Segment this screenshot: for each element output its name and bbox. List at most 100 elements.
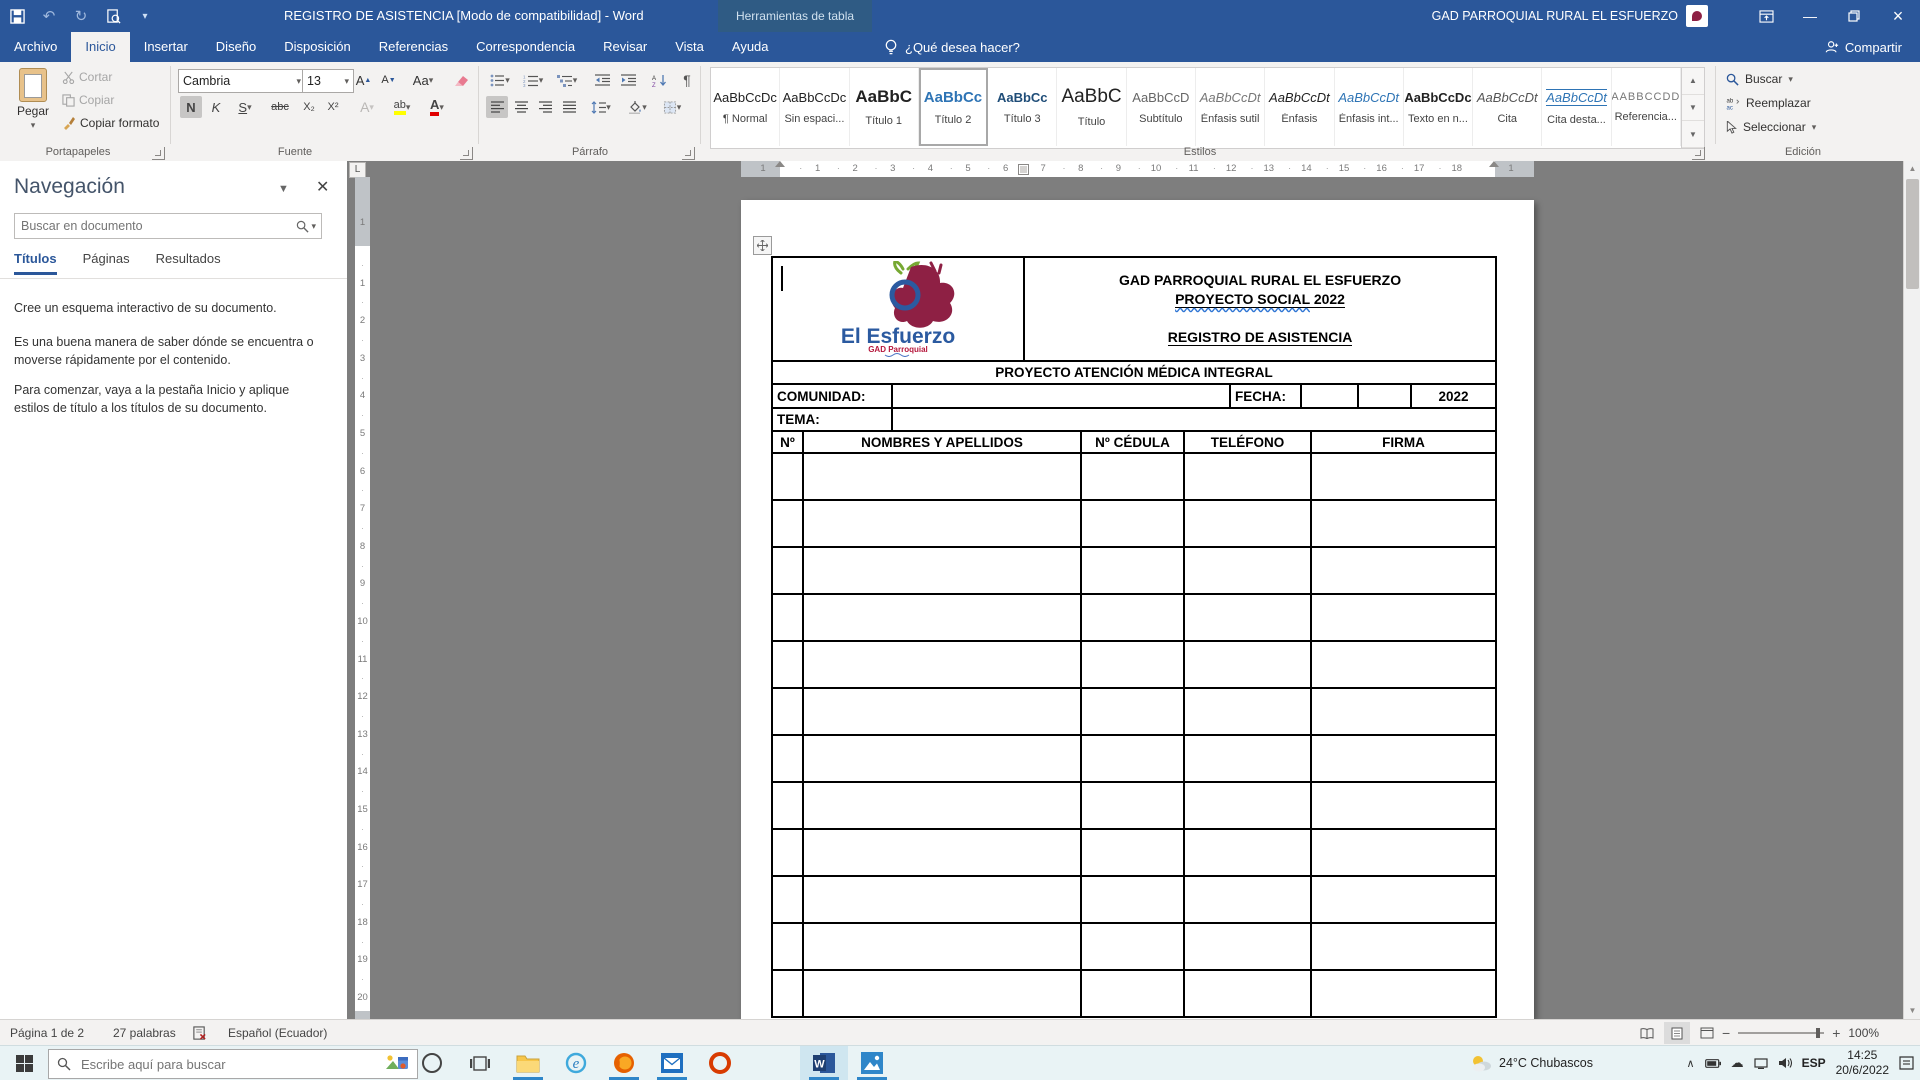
battery-icon[interactable] (1705, 1059, 1721, 1068)
restore-button[interactable] (1832, 0, 1876, 32)
style-cita[interactable]: AaBbCcDtCita (1473, 68, 1542, 146)
style--normal[interactable]: AaBbCcDc¶ Normal (711, 68, 780, 146)
font-size-combo[interactable]: 13▾ (302, 69, 354, 93)
taskbar-app-word[interactable]: W (800, 1046, 848, 1080)
table-cell[interactable] (803, 688, 1081, 735)
redo-icon[interactable]: ↻ (72, 7, 90, 25)
scroll-down-icon[interactable]: ▼ (1904, 1003, 1920, 1019)
taskbar-app-office[interactable] (696, 1046, 744, 1080)
tema-label-cell[interactable]: TEMA: (772, 408, 892, 431)
zoom-level[interactable]: 100% (1848, 1026, 1879, 1040)
style-t-tulo-1[interactable]: AaBbCTítulo 1 (850, 68, 919, 146)
align-left-button[interactable] (486, 96, 508, 118)
styles-dialog-launcher[interactable] (1692, 147, 1705, 160)
tab-insertar[interactable]: Insertar (130, 32, 202, 62)
zoom-slider-thumb[interactable] (1816, 1028, 1820, 1038)
subscript-button[interactable]: X₂ (298, 96, 320, 118)
superscript-button[interactable]: X² (322, 96, 344, 118)
table-cell[interactable] (1184, 688, 1311, 735)
tab-inicio[interactable]: Inicio (71, 32, 129, 62)
document-scrollbar[interactable]: ▲ ▼ (1903, 161, 1920, 1019)
align-right-button[interactable] (534, 96, 556, 118)
taskbar-app-photos[interactable] (848, 1046, 896, 1080)
onedrive-cloud-icon[interactable]: ☁ (1731, 1055, 1744, 1071)
replace-button[interactable]: abac Reemplazar (1726, 96, 1811, 110)
styles-gallery-scroll[interactable]: ▲ ▼ ▼ (1682, 67, 1705, 149)
tell-me-box[interactable]: ¿Qué desea hacer? (884, 32, 1020, 62)
tab-ayuda[interactable]: Ayuda (718, 32, 783, 62)
account-avatar[interactable] (1686, 5, 1708, 27)
zoom-in-button[interactable]: + (1832, 1025, 1840, 1041)
table-cell[interactable] (1081, 688, 1184, 735)
table-cell[interactable] (1184, 500, 1311, 547)
clear-formatting-button[interactable] (448, 69, 474, 91)
table-cell[interactable] (772, 594, 803, 641)
print-layout-icon[interactable] (1664, 1022, 1690, 1044)
table-cell[interactable] (803, 923, 1081, 970)
comunidad-label-cell[interactable]: COMUNIDAD: (772, 384, 892, 408)
line-spacing-button[interactable]: ▾ (586, 96, 616, 118)
table-cell[interactable] (772, 970, 803, 1017)
tab-referencias[interactable]: Referencias (365, 32, 462, 62)
table-cell[interactable] (1081, 782, 1184, 829)
style-referencia-[interactable]: AABBCCDDReferencia... (1612, 68, 1681, 146)
close-button[interactable]: × (1876, 0, 1920, 32)
table-cell[interactable] (1081, 500, 1184, 547)
decrease-indent-button[interactable] (590, 69, 614, 91)
attendance-table[interactable]: El Esfuerzo GAD Parroquial GAD PARROQUIA… (771, 256, 1497, 1018)
style-subt-tulo[interactable]: AaBbCcDSubtítulo (1127, 68, 1196, 146)
clock[interactable]: 14:25 20/6/2022 (1836, 1048, 1889, 1078)
table-cell[interactable] (803, 735, 1081, 782)
style-t-tulo[interactable]: AaBbCTítulo (1057, 68, 1126, 146)
left-indent-marker[interactable] (775, 161, 785, 167)
table-cell[interactable] (1081, 876, 1184, 923)
table-cell[interactable] (803, 876, 1081, 923)
web-layout-icon[interactable] (1694, 1022, 1720, 1044)
cortana-button[interactable] (408, 1046, 456, 1080)
style-sin-espaci-[interactable]: AaBbCcDcSin espaci... (780, 68, 849, 146)
style-texto-en-n-[interactable]: AaBbCcDcTexto en n... (1404, 68, 1473, 146)
document-page[interactable]: El Esfuerzo GAD Parroquial GAD PARROQUIA… (741, 200, 1534, 1019)
column-header-5[interactable]: FIRMA (1311, 431, 1496, 453)
tab-correspondencia[interactable]: Correspondencia (462, 32, 589, 62)
table-cell[interactable] (1081, 453, 1184, 500)
bold-button[interactable]: N (180, 96, 202, 118)
tab-vista[interactable]: Vista (661, 32, 718, 62)
table-cell[interactable] (1184, 829, 1311, 876)
zoom-out-button[interactable]: − (1722, 1025, 1730, 1041)
save-icon[interactable] (8, 7, 26, 25)
paste-dropdown[interactable]: ▾ (31, 120, 36, 131)
column-header-4[interactable]: TELÉFONO (1184, 431, 1311, 453)
table-cell[interactable] (803, 547, 1081, 594)
comunidad-value-cell[interactable] (892, 384, 1230, 408)
show-paragraph-marks-button[interactable]: ¶ (676, 69, 698, 91)
tab-archivo[interactable]: Archivo (0, 32, 71, 62)
navigation-search-box[interactable]: ▾ (14, 213, 322, 239)
style-t-tulo-2[interactable]: AaBbCcTítulo 2 (919, 68, 988, 146)
table-cell[interactable] (803, 500, 1081, 547)
table-cell[interactable] (1311, 594, 1496, 641)
task-view-button[interactable] (456, 1046, 504, 1080)
vertical-ruler[interactable]: 1·1·2·3·4·5·6·7·8·9·10·11·12·13·14·15·16… (355, 177, 370, 1019)
start-button[interactable] (0, 1046, 48, 1080)
table-cell[interactable] (1311, 829, 1496, 876)
font-color-button[interactable]: A▾ (422, 96, 452, 118)
grow-font-button[interactable]: A▲ (352, 69, 375, 91)
gallery-up-icon[interactable]: ▲ (1682, 68, 1704, 95)
notification-center-icon[interactable] (1899, 1056, 1914, 1070)
text-effects-button[interactable]: A▾ (352, 96, 382, 118)
taskbar-app-firefox[interactable] (600, 1046, 648, 1080)
project-title-cell[interactable]: PROYECTO ATENCIÓN MÉDICA INTEGRAL (772, 361, 1496, 384)
align-center-button[interactable] (510, 96, 532, 118)
style-t-tulo-3[interactable]: AaBbCcTítulo 3 (988, 68, 1057, 146)
weather-widget[interactable]: 24°C Chubascos (1470, 1046, 1593, 1080)
paragraph-dialog-launcher[interactable] (682, 147, 695, 160)
sort-button[interactable]: AZ (646, 69, 672, 91)
column-header-3[interactable]: Nº CÉDULA (1081, 431, 1184, 453)
table-cell[interactable] (1184, 735, 1311, 782)
table-cell[interactable] (803, 782, 1081, 829)
right-indent-marker[interactable] (1489, 161, 1499, 167)
table-cell[interactable] (1184, 923, 1311, 970)
network-icon[interactable] (1754, 1058, 1768, 1069)
proofing-status-icon[interactable] (192, 1020, 207, 1046)
